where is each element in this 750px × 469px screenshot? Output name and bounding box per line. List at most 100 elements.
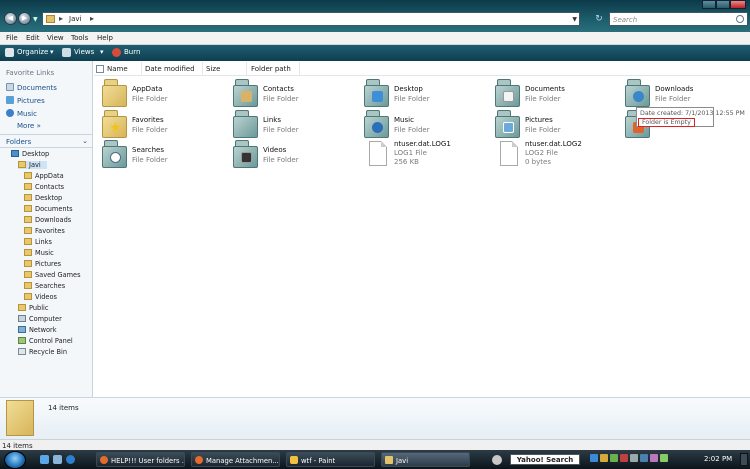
recent-pages-dropdown-icon[interactable]: ▼ [33, 16, 38, 23]
tree-javi[interactable]: Javi [18, 161, 47, 169]
tree-saved-games[interactable]: Saved Games [24, 271, 81, 279]
tree-music[interactable]: Music [24, 249, 54, 257]
tray-update-icon[interactable] [610, 454, 618, 462]
task-manage-attachments[interactable]: Manage Attachmen... [191, 452, 280, 467]
navigation-pane: Favorite Links Documents Pictures Music … [0, 61, 93, 397]
chevron-down-icon[interactable]: ⌄ [82, 137, 88, 145]
tray-power-icon[interactable] [640, 454, 648, 462]
documents-icon [6, 83, 14, 91]
chrome-icon [195, 456, 203, 464]
tree-links[interactable]: Links [24, 238, 52, 246]
documents-folder-icon [495, 79, 520, 107]
column-folder-path[interactable]: Folder path [248, 62, 300, 76]
window-controls [702, 0, 748, 9]
yahoo-search-box[interactable]: Yahoo! Search [510, 454, 580, 465]
tree-searches[interactable]: Searches [24, 282, 65, 290]
breadcrumb-chevron-icon[interactable]: ▸ [59, 14, 63, 23]
item-downloads[interactable]: Downloads File Folder [621, 78, 749, 108]
tray-antivirus-icon[interactable] [620, 454, 628, 462]
tray-app-icon[interactable] [660, 454, 668, 462]
item-documents[interactable]: Documents File Folder [491, 78, 619, 108]
tree-contacts[interactable]: Contacts [24, 183, 64, 191]
more-link[interactable]: More » [17, 122, 41, 130]
search-icon[interactable] [736, 15, 744, 23]
more-chevron-icon: » [36, 122, 41, 130]
item-videos[interactable]: Videos File Folder [229, 139, 357, 169]
folder-icon [24, 183, 32, 190]
organize-button[interactable]: Organize [17, 48, 48, 56]
column-name[interactable]: Name [104, 62, 142, 76]
tree-public[interactable]: Public [18, 304, 49, 312]
column-size[interactable]: Size [203, 62, 247, 76]
show-desktop-button[interactable] [740, 453, 748, 466]
menu-help[interactable]: Help [97, 34, 113, 42]
start-button[interactable] [4, 451, 26, 469]
item-saved-games-partial[interactable] [621, 109, 650, 139]
favorite-links-header: Favorite Links [6, 69, 55, 77]
item-searches[interactable]: Searches File Folder [98, 139, 226, 169]
task-paint[interactable]: wtf - Paint [286, 452, 375, 467]
organize-dropdown-icon[interactable]: ▾ [50, 48, 54, 56]
back-button[interactable]: ◀ [4, 12, 17, 25]
clock[interactable]: 2:02 PM [704, 455, 732, 463]
tree-recycle-bin[interactable]: Recycle Bin [18, 348, 67, 356]
tree-desktop-sub[interactable]: Desktop [24, 194, 62, 202]
maximize-button[interactable] [716, 0, 730, 9]
menu-file[interactable]: File [6, 34, 18, 42]
forward-button[interactable]: ▶ [18, 12, 31, 25]
tree-videos[interactable]: Videos [24, 293, 57, 301]
folders-header[interactable]: Folders ⌄ [0, 134, 92, 148]
hp-icon[interactable] [492, 455, 502, 465]
tree-appdata[interactable]: AppData [24, 172, 64, 180]
item-appdata[interactable]: AppData File Folder [98, 78, 226, 108]
tree-documents[interactable]: Documents [24, 205, 73, 213]
task-javi-explorer[interactable]: Javi [381, 452, 470, 467]
folder-icon [24, 194, 32, 201]
select-all-checkbox[interactable] [96, 65, 104, 73]
close-button[interactable] [730, 0, 746, 9]
views-button[interactable]: Views [74, 48, 94, 56]
tree-computer[interactable]: Computer [18, 315, 62, 323]
tree-downloads[interactable]: Downloads [24, 216, 71, 224]
favorite-music[interactable]: Music [6, 109, 37, 118]
tree-desktop[interactable]: Desktop [11, 150, 49, 158]
organize-icon [5, 48, 14, 57]
menu-view[interactable]: View [47, 34, 64, 42]
item-ntuser-log2[interactable]: ntuser.dat.LOG2 LOG2 File 0 bytes [491, 139, 619, 169]
item-favorites[interactable]: Favorites File Folder [98, 109, 226, 139]
item-music[interactable]: Music File Folder [360, 109, 488, 139]
column-date-modified[interactable]: Date modified [142, 62, 203, 76]
tray-app-icon[interactable] [650, 454, 658, 462]
task-help-forum[interactable]: HELP!!! User folders ... [96, 452, 185, 467]
show-desktop-icon[interactable] [40, 455, 49, 464]
tree-favorites[interactable]: Favorites [24, 227, 65, 235]
internet-explorer-icon[interactable] [66, 455, 75, 464]
tree-pictures[interactable]: Pictures [24, 260, 61, 268]
minimize-button[interactable] [702, 0, 716, 9]
tray-security-icon[interactable] [600, 454, 608, 462]
item-desktop[interactable]: Desktop File Folder [360, 78, 488, 108]
item-pictures[interactable]: Pictures File Folder [491, 109, 619, 139]
address-dropdown-icon[interactable]: ▼ [572, 16, 577, 23]
search-input[interactable]: Search [609, 12, 748, 26]
item-ntuser-log1[interactable]: ntuser.dat.LOG1 LOG1 File 256 KB [360, 139, 488, 169]
breadcrumb-javi[interactable]: Javi [69, 15, 81, 23]
item-links[interactable]: Links File Folder [229, 109, 357, 139]
views-dropdown-icon[interactable]: ▾ [100, 48, 104, 56]
item-contacts[interactable]: Contacts File Folder [229, 78, 357, 108]
menu-edit[interactable]: Edit [26, 34, 40, 42]
address-bar[interactable]: ▸ Javi ▸ ▼ [42, 12, 580, 26]
breadcrumb-chevron-icon[interactable]: ▸ [90, 14, 94, 23]
favorite-documents[interactable]: Documents [6, 83, 57, 92]
switch-windows-icon[interactable] [53, 455, 62, 464]
favorite-pictures[interactable]: Pictures [6, 96, 45, 105]
tree-control-panel[interactable]: Control Panel [18, 337, 73, 345]
folder-icon [102, 79, 127, 107]
folder-icon [24, 249, 32, 256]
tree-network[interactable]: Network [18, 326, 57, 334]
menu-tools[interactable]: Tools [71, 34, 88, 42]
burn-button[interactable]: Burn [124, 48, 140, 56]
tray-network-icon[interactable] [590, 454, 598, 462]
tray-volume-icon[interactable] [630, 454, 638, 462]
refresh-icon[interactable]: ↻ [593, 13, 605, 25]
